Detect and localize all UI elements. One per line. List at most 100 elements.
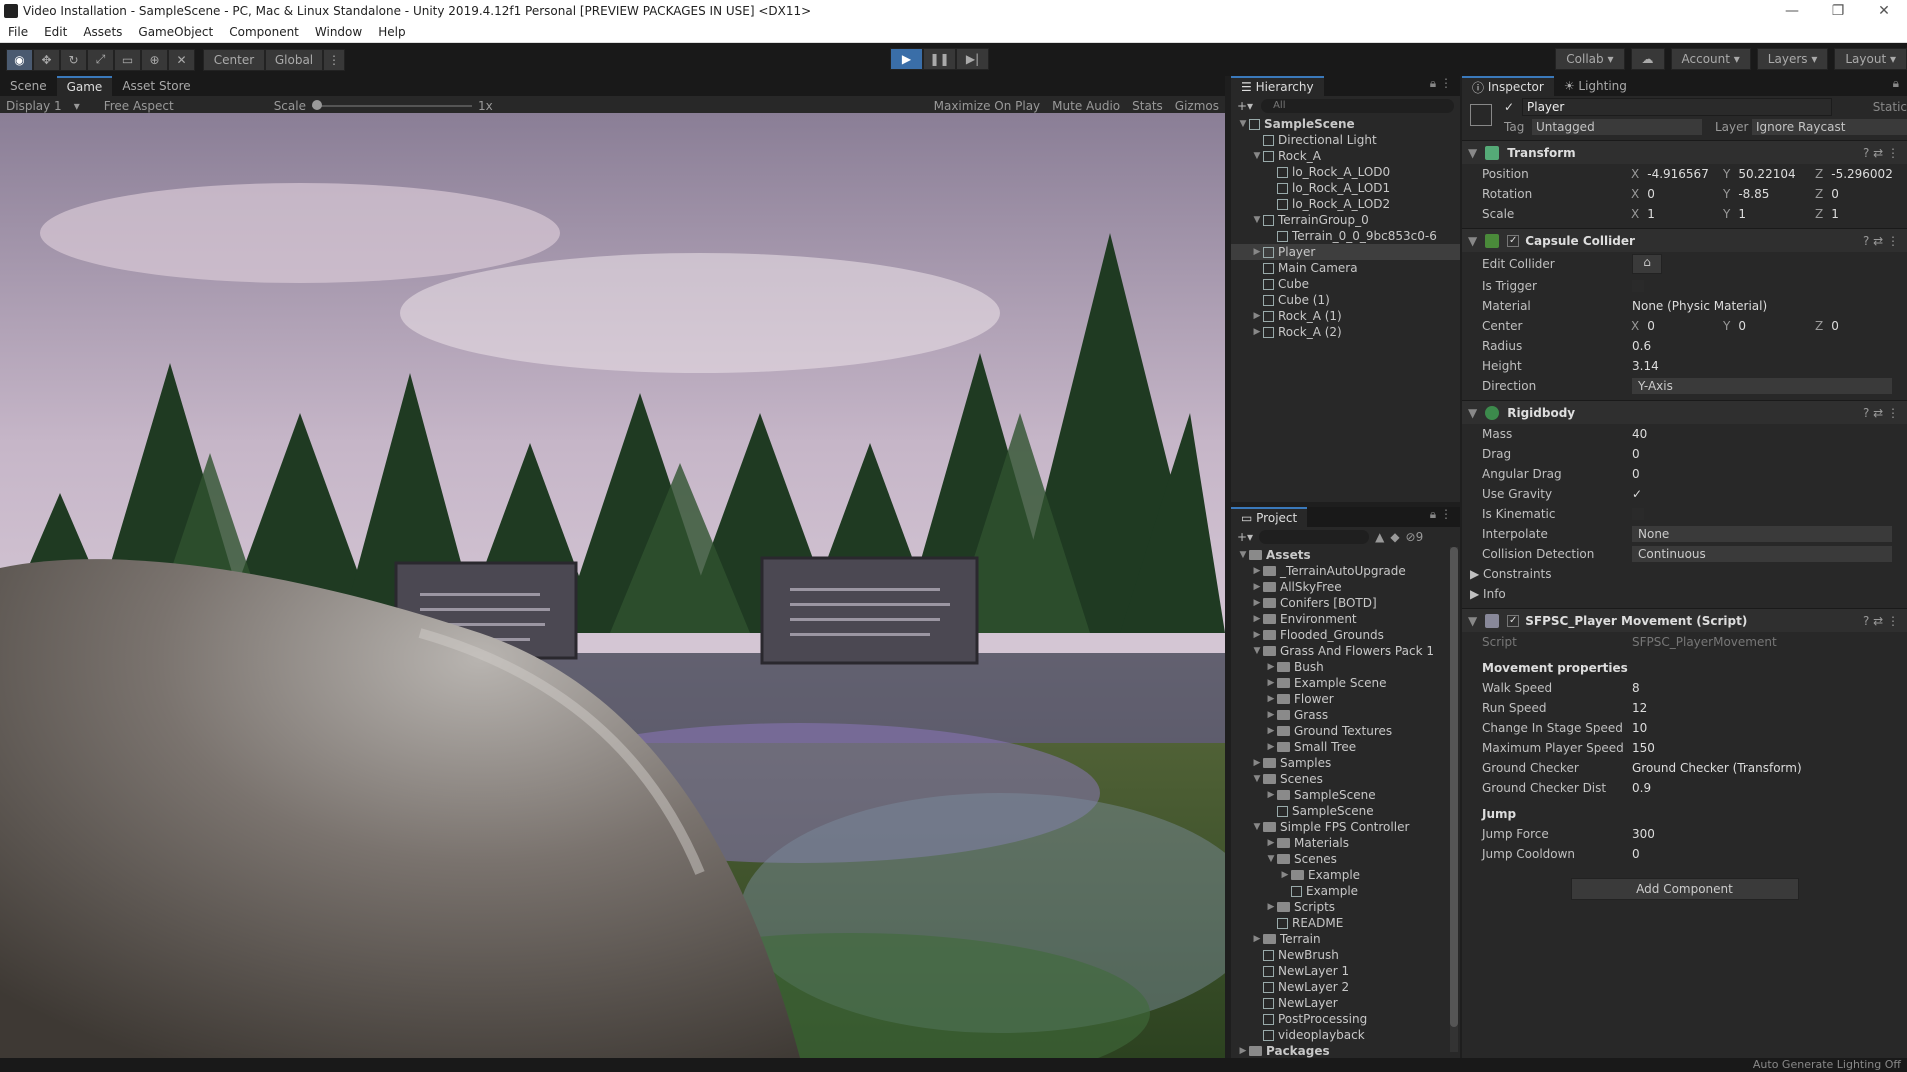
tab-inspector[interactable]: ⓘ Inspector [1462, 76, 1554, 96]
info-foldout[interactable]: ▶ Info [1462, 587, 1632, 601]
project-item[interactable]: ▶ Packages [1231, 1043, 1460, 1058]
restore-icon[interactable]: ❐ [1815, 0, 1861, 22]
menu-file[interactable]: File [0, 25, 36, 39]
constraints-foldout[interactable]: ▶ Constraints [1462, 567, 1632, 581]
project-item[interactable]: PostProcessing [1231, 1011, 1460, 1027]
center-x-field[interactable]: X0 [1631, 319, 1723, 333]
cloud-icon[interactable]: ☁ [1630, 48, 1665, 70]
center-z-field[interactable]: Z0 [1815, 319, 1907, 333]
hierarchy-item[interactable]: lo_Rock_A_LOD1 [1231, 180, 1460, 196]
is-kinematic-checkbox[interactable] [1632, 508, 1644, 520]
hierarchy-item[interactable]: ▶ Rock_A (1) [1231, 308, 1460, 324]
rotation-x-field[interactable]: X0 [1631, 187, 1723, 201]
scale-tool-icon[interactable]: ⤢ [87, 48, 114, 71]
rotation-y-field[interactable]: Y -8.85 [1723, 187, 1815, 201]
hierarchy-item[interactable]: ▶ Rock_A (2) [1231, 324, 1460, 340]
step-icon[interactable]: ▶| [956, 48, 989, 70]
project-item[interactable]: NewBrush [1231, 947, 1460, 963]
use-gravity-checkbox[interactable]: ✓ [1632, 487, 1642, 501]
hierarchy-item[interactable]: Cube [1231, 276, 1460, 292]
edit-collider-button[interactable]: ⌂ [1632, 254, 1662, 274]
project-item[interactable]: ▶ Terrain [1231, 931, 1460, 947]
static-toggle[interactable]: Static [1873, 100, 1907, 114]
position-y-field[interactable]: Y 50.22104 [1723, 167, 1815, 181]
tag-dropdown[interactable]: Untagged [1532, 119, 1702, 135]
expand-closed-icon[interactable]: ▶ [1265, 675, 1277, 691]
hierarchy-item[interactable]: Terrain_0_0_9bc853c0-6 [1231, 228, 1460, 244]
project-item[interactable]: ▶ Scripts [1231, 899, 1460, 915]
project-item[interactable]: videoplayback [1231, 1027, 1460, 1043]
menu-component[interactable]: Component [221, 25, 307, 39]
expand-closed-icon[interactable]: ▶ [1279, 867, 1291, 883]
expand-closed-icon[interactable]: ▶ [1251, 563, 1263, 579]
rotate-tool-icon[interactable]: ↻ [60, 48, 87, 71]
hierarchy-item[interactable]: Main Camera [1231, 260, 1460, 276]
project-item[interactable]: NewLayer 2 [1231, 979, 1460, 995]
display-dropdown[interactable]: Display 1 [0, 99, 68, 113]
lock-icon[interactable]: 🔒︎ ⋮ [1422, 507, 1460, 527]
jump-force-field[interactable]: 300 [1632, 827, 1655, 841]
collab-button[interactable]: Collab ▾ [1555, 48, 1625, 70]
filter-label-icon[interactable]: ◆ [1390, 530, 1399, 544]
active-checkbox[interactable]: ✓ [1504, 100, 1514, 114]
expand-open-icon[interactable]: ▼ [1251, 212, 1263, 228]
ground-checker-field[interactable]: Ground Checker (Transform) [1632, 761, 1802, 775]
component-actions-icon[interactable]: ? ⇄ ⋮ [1863, 406, 1899, 420]
component-actions-icon[interactable]: ? ⇄ ⋮ [1863, 614, 1899, 628]
expand-closed-icon[interactable]: ▶ [1251, 595, 1263, 611]
add-icon[interactable]: +▾ [1237, 530, 1253, 544]
component-actions-icon[interactable]: ? ⇄ ⋮ [1863, 234, 1899, 248]
project-item[interactable]: ▶ Example [1231, 867, 1460, 883]
project-item[interactable]: Example [1231, 883, 1460, 899]
tab-lighting[interactable]: ☀ Lighting [1554, 76, 1637, 96]
pivot-global-button[interactable]: Global [265, 48, 323, 71]
pivot-center-button[interactable]: Center [203, 48, 265, 71]
expand-closed-icon[interactable]: ▶ [1251, 755, 1263, 771]
expand-open-icon[interactable]: ▼ [1251, 819, 1263, 835]
mute-audio-toggle[interactable]: Mute Audio [1046, 99, 1126, 113]
move-tool-icon[interactable]: ✥ [33, 48, 60, 71]
layers-button[interactable]: Layers ▾ [1756, 48, 1829, 70]
change-stage-field[interactable]: 10 [1632, 721, 1647, 735]
rotation-z-field[interactable]: Z0 [1815, 187, 1907, 201]
info-row[interactable]: ▶ Info [1462, 584, 1907, 604]
script-header[interactable]: ▼ ✓ SFPSC_Player Movement (Script) ? ⇄ ⋮ [1462, 608, 1907, 632]
expand-open-icon[interactable]: ▼ [1237, 116, 1249, 132]
run-speed-field[interactable]: 12 [1632, 701, 1647, 715]
tab-project[interactable]: ▭ Project [1231, 507, 1308, 527]
view-tool-icon[interactable]: ◉ [6, 48, 33, 71]
drag-field[interactable]: 0 [1632, 447, 1640, 461]
project-item[interactable]: ▼ Simple FPS Controller [1231, 819, 1460, 835]
project-item[interactable]: ▶ Grass [1231, 707, 1460, 723]
hierarchy-item[interactable]: lo_Rock_A_LOD2 [1231, 196, 1460, 212]
expand-closed-icon[interactable]: ▶ [1265, 899, 1277, 915]
expand-closed-icon[interactable]: ▶ [1265, 835, 1277, 851]
menu-assets[interactable]: Assets [75, 25, 130, 39]
project-item[interactable]: NewLayer [1231, 995, 1460, 1011]
menu-help[interactable]: Help [370, 25, 413, 39]
hierarchy-item[interactable]: lo_Rock_A_LOD0 [1231, 164, 1460, 180]
hidden-count-icon[interactable]: ⊘9 [1406, 530, 1424, 544]
hierarchy-search-input[interactable]: All [1261, 99, 1454, 113]
hierarchy-item[interactable]: ▶ Player [1231, 244, 1460, 260]
ground-checker-dist-field[interactable]: 0.9 [1632, 781, 1651, 795]
transform-header[interactable]: ▼ Transform ? ⇄ ⋮ [1462, 140, 1907, 164]
expand-closed-icon[interactable]: ▶ [1251, 244, 1263, 260]
project-item[interactable]: ▶ Small Tree [1231, 739, 1460, 755]
object-name-field[interactable]: Player [1522, 98, 1832, 116]
custom-tool-icon[interactable]: ✕ [168, 48, 195, 71]
project-item[interactable]: ▶ Environment [1231, 611, 1460, 627]
direction-dropdown[interactable]: Y-Axis [1632, 378, 1892, 394]
expand-closed-icon[interactable]: ▶ [1265, 691, 1277, 707]
expand-closed-icon[interactable]: ▶ [1265, 659, 1277, 675]
scale-x-field[interactable]: X1 [1631, 207, 1723, 221]
interpolate-dropdown[interactable]: None [1632, 526, 1892, 542]
project-item[interactable]: ▶ Samples [1231, 755, 1460, 771]
tab-asset-store[interactable]: Asset Store [112, 76, 200, 96]
height-field[interactable]: 3.14 [1632, 359, 1659, 373]
menu-gameobject[interactable]: GameObject [130, 25, 221, 39]
tab-scene[interactable]: Scene [0, 76, 57, 96]
gizmos-dropdown[interactable]: Gizmos [1169, 99, 1225, 113]
grid-snap-icon[interactable]: ⋮ [323, 48, 345, 71]
expand-closed-icon[interactable]: ▶ [1237, 1043, 1249, 1058]
